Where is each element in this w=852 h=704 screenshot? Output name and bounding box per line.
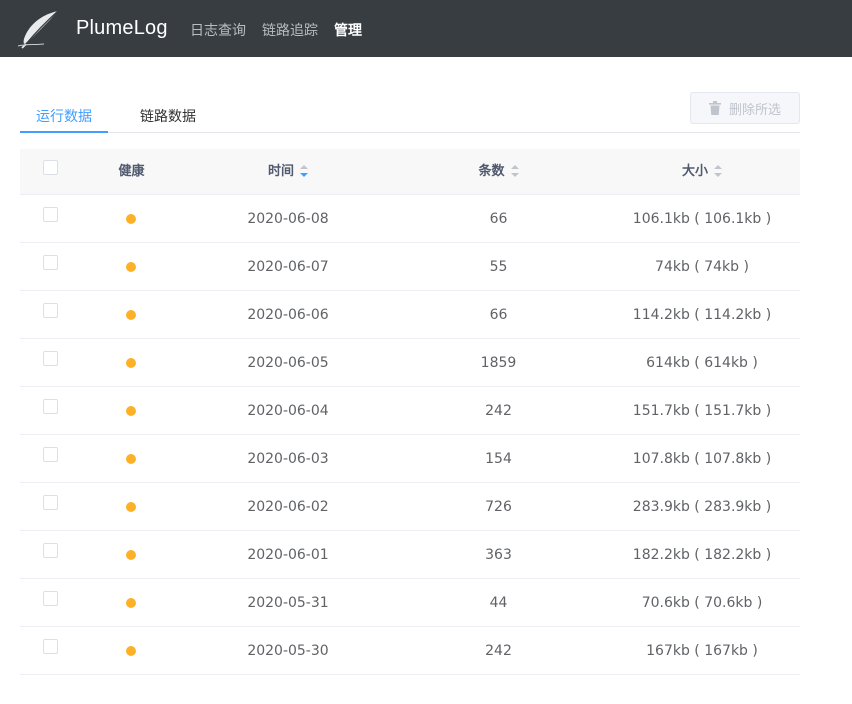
table-row[interactable]: 2020-06-06 66 114.2kb ( 114.2kb ) bbox=[20, 291, 800, 339]
cell-date: 2020-06-07 bbox=[247, 259, 329, 275]
column-label: 健康 bbox=[118, 164, 145, 179]
column-header-time[interactable]: 时间 bbox=[183, 149, 393, 195]
column-header-count[interactable]: 条数 bbox=[393, 149, 604, 195]
cell-date: 2020-06-02 bbox=[247, 499, 329, 515]
health-status-dot bbox=[126, 598, 136, 608]
column-header-health: 健康 bbox=[80, 149, 183, 195]
row-checkbox[interactable] bbox=[43, 399, 58, 414]
runtime-data-table: 健康 时间 条数 大小 2020-06-08 66 106.1kb ( 106.1k… bbox=[20, 149, 800, 675]
active-tab-indicator bbox=[20, 131, 108, 133]
feather-logo-icon bbox=[17, 10, 59, 49]
cell-size: 283.9kb ( 283.9kb ) bbox=[632, 499, 772, 515]
health-status-dot bbox=[126, 454, 136, 464]
column-header-size[interactable]: 大小 bbox=[604, 149, 800, 195]
cell-size: 70.6kb ( 70.6kb ) bbox=[641, 595, 763, 611]
health-status-dot bbox=[126, 262, 136, 272]
health-status-dot bbox=[126, 550, 136, 560]
row-checkbox[interactable] bbox=[43, 591, 58, 606]
row-checkbox[interactable] bbox=[43, 255, 58, 270]
health-status-dot bbox=[126, 646, 136, 656]
table-row[interactable]: 2020-05-30 242 167kb ( 167kb ) bbox=[20, 627, 800, 675]
table-row[interactable]: 2020-06-01 363 182.2kb ( 182.2kb ) bbox=[20, 531, 800, 579]
cell-date: 2020-06-08 bbox=[247, 211, 329, 227]
cell-count: 1859 bbox=[480, 355, 517, 371]
tab-trace-data[interactable]: 链路数据 bbox=[140, 106, 196, 126]
column-label: 大小 bbox=[681, 164, 708, 179]
row-checkbox[interactable] bbox=[43, 447, 58, 462]
trash-icon bbox=[708, 101, 721, 115]
cell-date: 2020-06-01 bbox=[247, 547, 329, 563]
cell-size: 74kb ( 74kb ) bbox=[655, 259, 749, 275]
top-navbar: PlumeLog 日志查询 链路追踪 管理 bbox=[0, 0, 852, 57]
delete-selected-button[interactable]: 删除所选 bbox=[690, 92, 800, 124]
nav-manage[interactable]: 管理 bbox=[334, 20, 362, 40]
table-row[interactable]: 2020-06-05 1859 614kb ( 614kb ) bbox=[20, 339, 800, 387]
cell-count: 66 bbox=[489, 211, 508, 227]
table-row[interactable]: 2020-06-07 55 74kb ( 74kb ) bbox=[20, 243, 800, 291]
cell-date: 2020-05-30 bbox=[247, 643, 329, 659]
health-status-dot bbox=[126, 502, 136, 512]
cell-date: 2020-06-03 bbox=[247, 451, 329, 467]
health-status-dot bbox=[126, 310, 136, 320]
cell-date: 2020-06-04 bbox=[247, 403, 329, 419]
select-all-checkbox[interactable] bbox=[43, 160, 58, 175]
cell-count: 726 bbox=[485, 499, 512, 515]
cell-size: 614kb ( 614kb ) bbox=[646, 355, 758, 371]
cell-count: 66 bbox=[489, 307, 508, 323]
cell-date: 2020-06-06 bbox=[247, 307, 329, 323]
cell-size: 167kb ( 167kb ) bbox=[646, 643, 758, 659]
table-row[interactable]: 2020-06-03 154 107.8kb ( 107.8kb ) bbox=[20, 435, 800, 483]
cell-count: 44 bbox=[489, 595, 508, 611]
cell-count: 154 bbox=[485, 451, 512, 467]
nav-log-query[interactable]: 日志查询 bbox=[190, 20, 246, 40]
delete-selected-label: 删除所选 bbox=[728, 102, 781, 118]
cell-size: 106.1kb ( 106.1kb ) bbox=[632, 211, 772, 227]
row-checkbox[interactable] bbox=[43, 495, 58, 510]
row-checkbox[interactable] bbox=[43, 207, 58, 222]
cell-size: 182.2kb ( 182.2kb ) bbox=[632, 547, 772, 563]
health-status-dot bbox=[126, 406, 136, 416]
column-label: 时间 bbox=[267, 164, 294, 179]
table-header: 健康 时间 条数 大小 bbox=[20, 149, 800, 195]
cell-date: 2020-05-31 bbox=[247, 595, 329, 611]
table-row[interactable]: 2020-05-31 44 70.6kb ( 70.6kb ) bbox=[20, 579, 800, 627]
sort-caret-icon[interactable] bbox=[510, 164, 519, 177]
cell-count: 363 bbox=[485, 547, 512, 563]
cell-date: 2020-06-05 bbox=[247, 355, 329, 371]
tab-runtime-data[interactable]: 运行数据 bbox=[36, 106, 92, 126]
table-row[interactable]: 2020-06-08 66 106.1kb ( 106.1kb ) bbox=[20, 195, 800, 243]
cell-count: 242 bbox=[485, 643, 512, 659]
cell-size: 151.7kb ( 151.7kb ) bbox=[632, 403, 772, 419]
cell-count: 55 bbox=[489, 259, 508, 275]
row-checkbox[interactable] bbox=[43, 351, 58, 366]
cell-size: 114.2kb ( 114.2kb ) bbox=[632, 307, 772, 323]
sort-caret-icon[interactable] bbox=[300, 164, 308, 177]
brand-title[interactable]: PlumeLog bbox=[76, 17, 168, 40]
tab-bar: 运行数据 链路数据 bbox=[20, 96, 800, 133]
table-row[interactable]: 2020-06-02 726 283.9kb ( 283.9kb ) bbox=[20, 483, 800, 531]
table-row[interactable]: 2020-06-04 242 151.7kb ( 151.7kb ) bbox=[20, 387, 800, 435]
row-checkbox[interactable] bbox=[43, 543, 58, 558]
health-status-dot bbox=[126, 358, 136, 368]
cell-count: 242 bbox=[485, 403, 512, 419]
health-status-dot bbox=[126, 214, 136, 224]
nav-trace[interactable]: 链路追踪 bbox=[262, 20, 318, 40]
table-body: 2020-06-08 66 106.1kb ( 106.1kb ) 2020-06-0… bbox=[20, 195, 800, 675]
column-label: 条数 bbox=[478, 164, 505, 179]
sort-caret-icon[interactable] bbox=[714, 164, 722, 177]
row-checkbox[interactable] bbox=[43, 639, 58, 654]
cell-size: 107.8kb ( 107.8kb ) bbox=[632, 451, 772, 467]
row-checkbox[interactable] bbox=[43, 303, 58, 318]
